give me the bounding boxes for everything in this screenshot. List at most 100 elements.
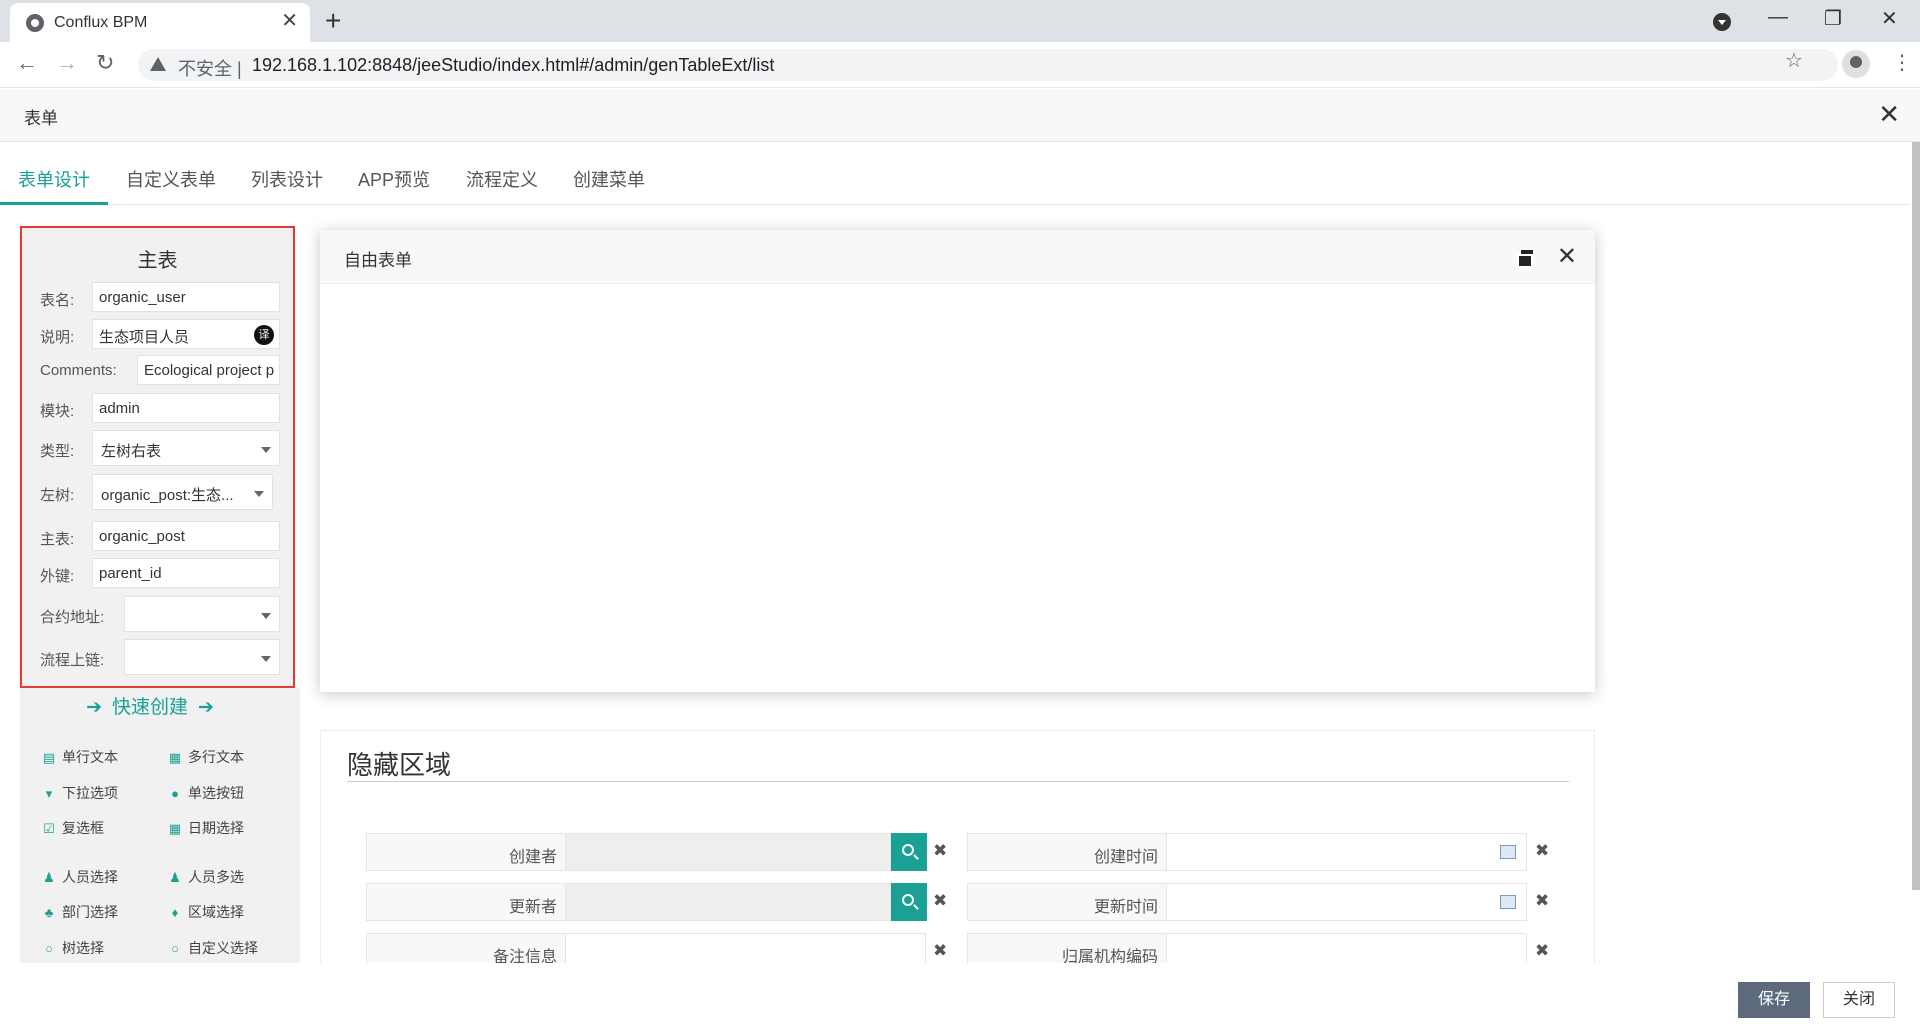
description-value: 生态项目人员 xyxy=(99,329,190,346)
type-select[interactable]: 左树右表 xyxy=(92,430,280,466)
process-chain-select[interactable] xyxy=(124,639,280,675)
component-date[interactable]: ▦ 日期选择 xyxy=(168,818,244,838)
caret-down-icon: ▾ xyxy=(45,786,53,801)
clear-icon[interactable]: ✖ xyxy=(1535,841,1549,861)
created-time-field[interactable] xyxy=(1166,833,1527,871)
component-users-multi[interactable]: ♟ 人员多选 xyxy=(168,867,244,887)
master-table-input[interactable]: organic_post xyxy=(92,521,280,551)
comments-label: Comments: xyxy=(40,362,117,379)
main-table-panel: 主表 表名: organic_user 说明: 生态项目人员 译 Comment… xyxy=(20,226,295,688)
search-icon: ○ xyxy=(171,941,179,956)
clear-icon[interactable]: ✖ xyxy=(1535,941,1549,961)
file-text-icon: ▦ xyxy=(168,750,182,765)
component-checkbox[interactable]: ☑ 复选框 xyxy=(42,818,104,838)
component-area-select[interactable]: ♦ 区域选择 xyxy=(168,902,244,922)
warning-icon[interactable] xyxy=(150,57,166,71)
component-palette: ➔ 快速创建 ➔ ▤ 单行文本 ▦ 多行文本 ▾ 下拉选项 ● 单选按钮 ☑ 复选框 ▦ 日期选… xyxy=(20,688,300,963)
close-button[interactable]: 关闭 xyxy=(1823,982,1895,1018)
clear-icon[interactable]: ✖ xyxy=(933,841,947,861)
bookmark-star-icon[interactable]: ☆ xyxy=(1785,48,1803,73)
created-by-search-button[interactable] xyxy=(891,833,927,871)
close-icon[interactable]: ✕ xyxy=(1878,99,1900,130)
forward-button[interactable]: → xyxy=(56,50,78,76)
close-tab-icon[interactable]: ✕ xyxy=(281,11,298,31)
save-button[interactable]: 保存 xyxy=(1738,982,1810,1018)
module-input[interactable]: admin xyxy=(92,393,280,423)
component-multi-text[interactable]: ▦ 多行文本 xyxy=(168,747,244,767)
comments-input[interactable]: Ecological project p xyxy=(137,355,280,385)
component-label: 树选择 xyxy=(62,940,104,956)
browser-tab[interactable]: Conflux BPM ✕ xyxy=(10,3,310,42)
divider xyxy=(347,781,1569,782)
component-radio[interactable]: ● 单选按钮 xyxy=(168,783,244,803)
component-dropdown[interactable]: ▾ 下拉选项 xyxy=(42,783,118,803)
component-label: 复选框 xyxy=(62,820,104,836)
process-chain-row: 流程上链: xyxy=(22,639,293,679)
user-icon: ♟ xyxy=(43,870,55,885)
url-field[interactable]: 不安全 | 192.168.1.102:8848/jeeStudio/index… xyxy=(138,49,1838,81)
updated-time-label: 更新时间 xyxy=(967,883,1167,921)
browser-tab-title: Conflux BPM xyxy=(54,14,148,31)
account-icon[interactable] xyxy=(1842,50,1870,78)
tab-form-design[interactable]: 表单设计 xyxy=(18,166,90,192)
chevron-down-icon xyxy=(261,447,271,453)
free-form-panel: 自由表单 ✕ xyxy=(320,230,1595,692)
insecure-label[interactable]: 不安全 | xyxy=(178,55,242,81)
chevron-down-icon xyxy=(261,656,271,662)
minimize-button[interactable]: — xyxy=(1768,6,1788,29)
tab-search-icon[interactable] xyxy=(1713,13,1731,31)
main-table-title: 主表 xyxy=(137,250,178,272)
component-custom-select[interactable]: ○ 自定义选择 xyxy=(168,938,258,958)
map-pin-icon: ♦ xyxy=(171,905,179,920)
calendar-icon[interactable] xyxy=(1500,845,1516,859)
description-input[interactable]: 生态项目人员 译 xyxy=(92,319,280,349)
created-by-field[interactable] xyxy=(565,833,891,871)
new-tab-button[interactable]: + xyxy=(325,6,341,36)
check-circle-icon: ● xyxy=(171,786,179,801)
table-name-input[interactable]: organic_user xyxy=(92,282,280,312)
component-dept-select[interactable]: ♣ 部门选择 xyxy=(42,902,118,922)
maximize-icon[interactable] xyxy=(1517,250,1533,268)
form-tabs: 表单设计 自定义表单 列表设计 APP预览 流程定义 创建菜单 xyxy=(0,150,1910,205)
tab-process-definition[interactable]: 流程定义 xyxy=(466,166,538,192)
updated-by-search-button[interactable] xyxy=(891,883,927,921)
hidden-area-panel: 隐藏区域 创建者 ✖ 创建时间 ✖ 更新者 ✖ 更新时间 ✖ 备注信息 ✖ 归属… xyxy=(320,730,1595,971)
component-tree-select[interactable]: ○ 树选择 xyxy=(42,938,104,958)
free-form-canvas[interactable] xyxy=(320,285,1595,692)
component-single-text[interactable]: ▤ 单行文本 xyxy=(42,747,118,767)
foreign-key-row: 外键: parent_id xyxy=(22,558,293,590)
left-tree-row: 左树: organic_post:生态... xyxy=(22,474,293,514)
quick-create-button[interactable]: ➔ 快速创建 ➔ xyxy=(20,692,280,719)
updated-time-row: 更新时间 ✖ xyxy=(967,883,1567,921)
translate-icon[interactable]: 译 xyxy=(254,325,274,345)
clear-icon[interactable]: ✖ xyxy=(1535,891,1549,911)
browser-menu-icon[interactable]: ⋮ xyxy=(1892,50,1912,75)
restore-button[interactable]: ❐ xyxy=(1824,6,1842,31)
clear-icon[interactable]: ✖ xyxy=(933,941,947,961)
component-label: 单行文本 xyxy=(62,749,118,765)
reload-button[interactable]: ↻ xyxy=(96,50,114,76)
created-by-row: 创建者 ✖ xyxy=(366,833,947,871)
window-close-button[interactable]: ✕ xyxy=(1881,6,1898,31)
component-user-select[interactable]: ♟ 人员选择 xyxy=(42,867,118,887)
foreign-key-input[interactable]: parent_id xyxy=(92,558,280,588)
tab-custom-form[interactable]: 自定义表单 xyxy=(126,166,216,192)
left-tree-select[interactable]: organic_post:生态... xyxy=(92,474,273,510)
dialog-header: 表单 ✕ xyxy=(0,89,1920,142)
tab-list-design[interactable]: 列表设计 xyxy=(251,166,323,192)
process-chain-label: 流程上链: xyxy=(40,652,105,669)
tab-app-preview[interactable]: APP预览 xyxy=(358,166,430,192)
contract-address-select[interactable] xyxy=(124,596,280,632)
back-button[interactable]: ← xyxy=(16,50,38,76)
updated-by-label: 更新者 xyxy=(366,883,566,921)
url-text[interactable]: 192.168.1.102:8848/jeeStudio/index.html#… xyxy=(252,55,774,76)
search-icon: ○ xyxy=(45,941,53,956)
clear-icon[interactable]: ✖ xyxy=(933,891,947,911)
updated-by-field[interactable] xyxy=(565,883,891,921)
close-icon[interactable]: ✕ xyxy=(1557,242,1577,271)
updated-time-field[interactable] xyxy=(1166,883,1527,921)
component-label: 人员多选 xyxy=(188,869,244,885)
calendar-icon[interactable] xyxy=(1500,895,1516,909)
page-scrollbar[interactable] xyxy=(1912,142,1920,890)
tab-create-menu[interactable]: 创建菜单 xyxy=(573,166,645,192)
